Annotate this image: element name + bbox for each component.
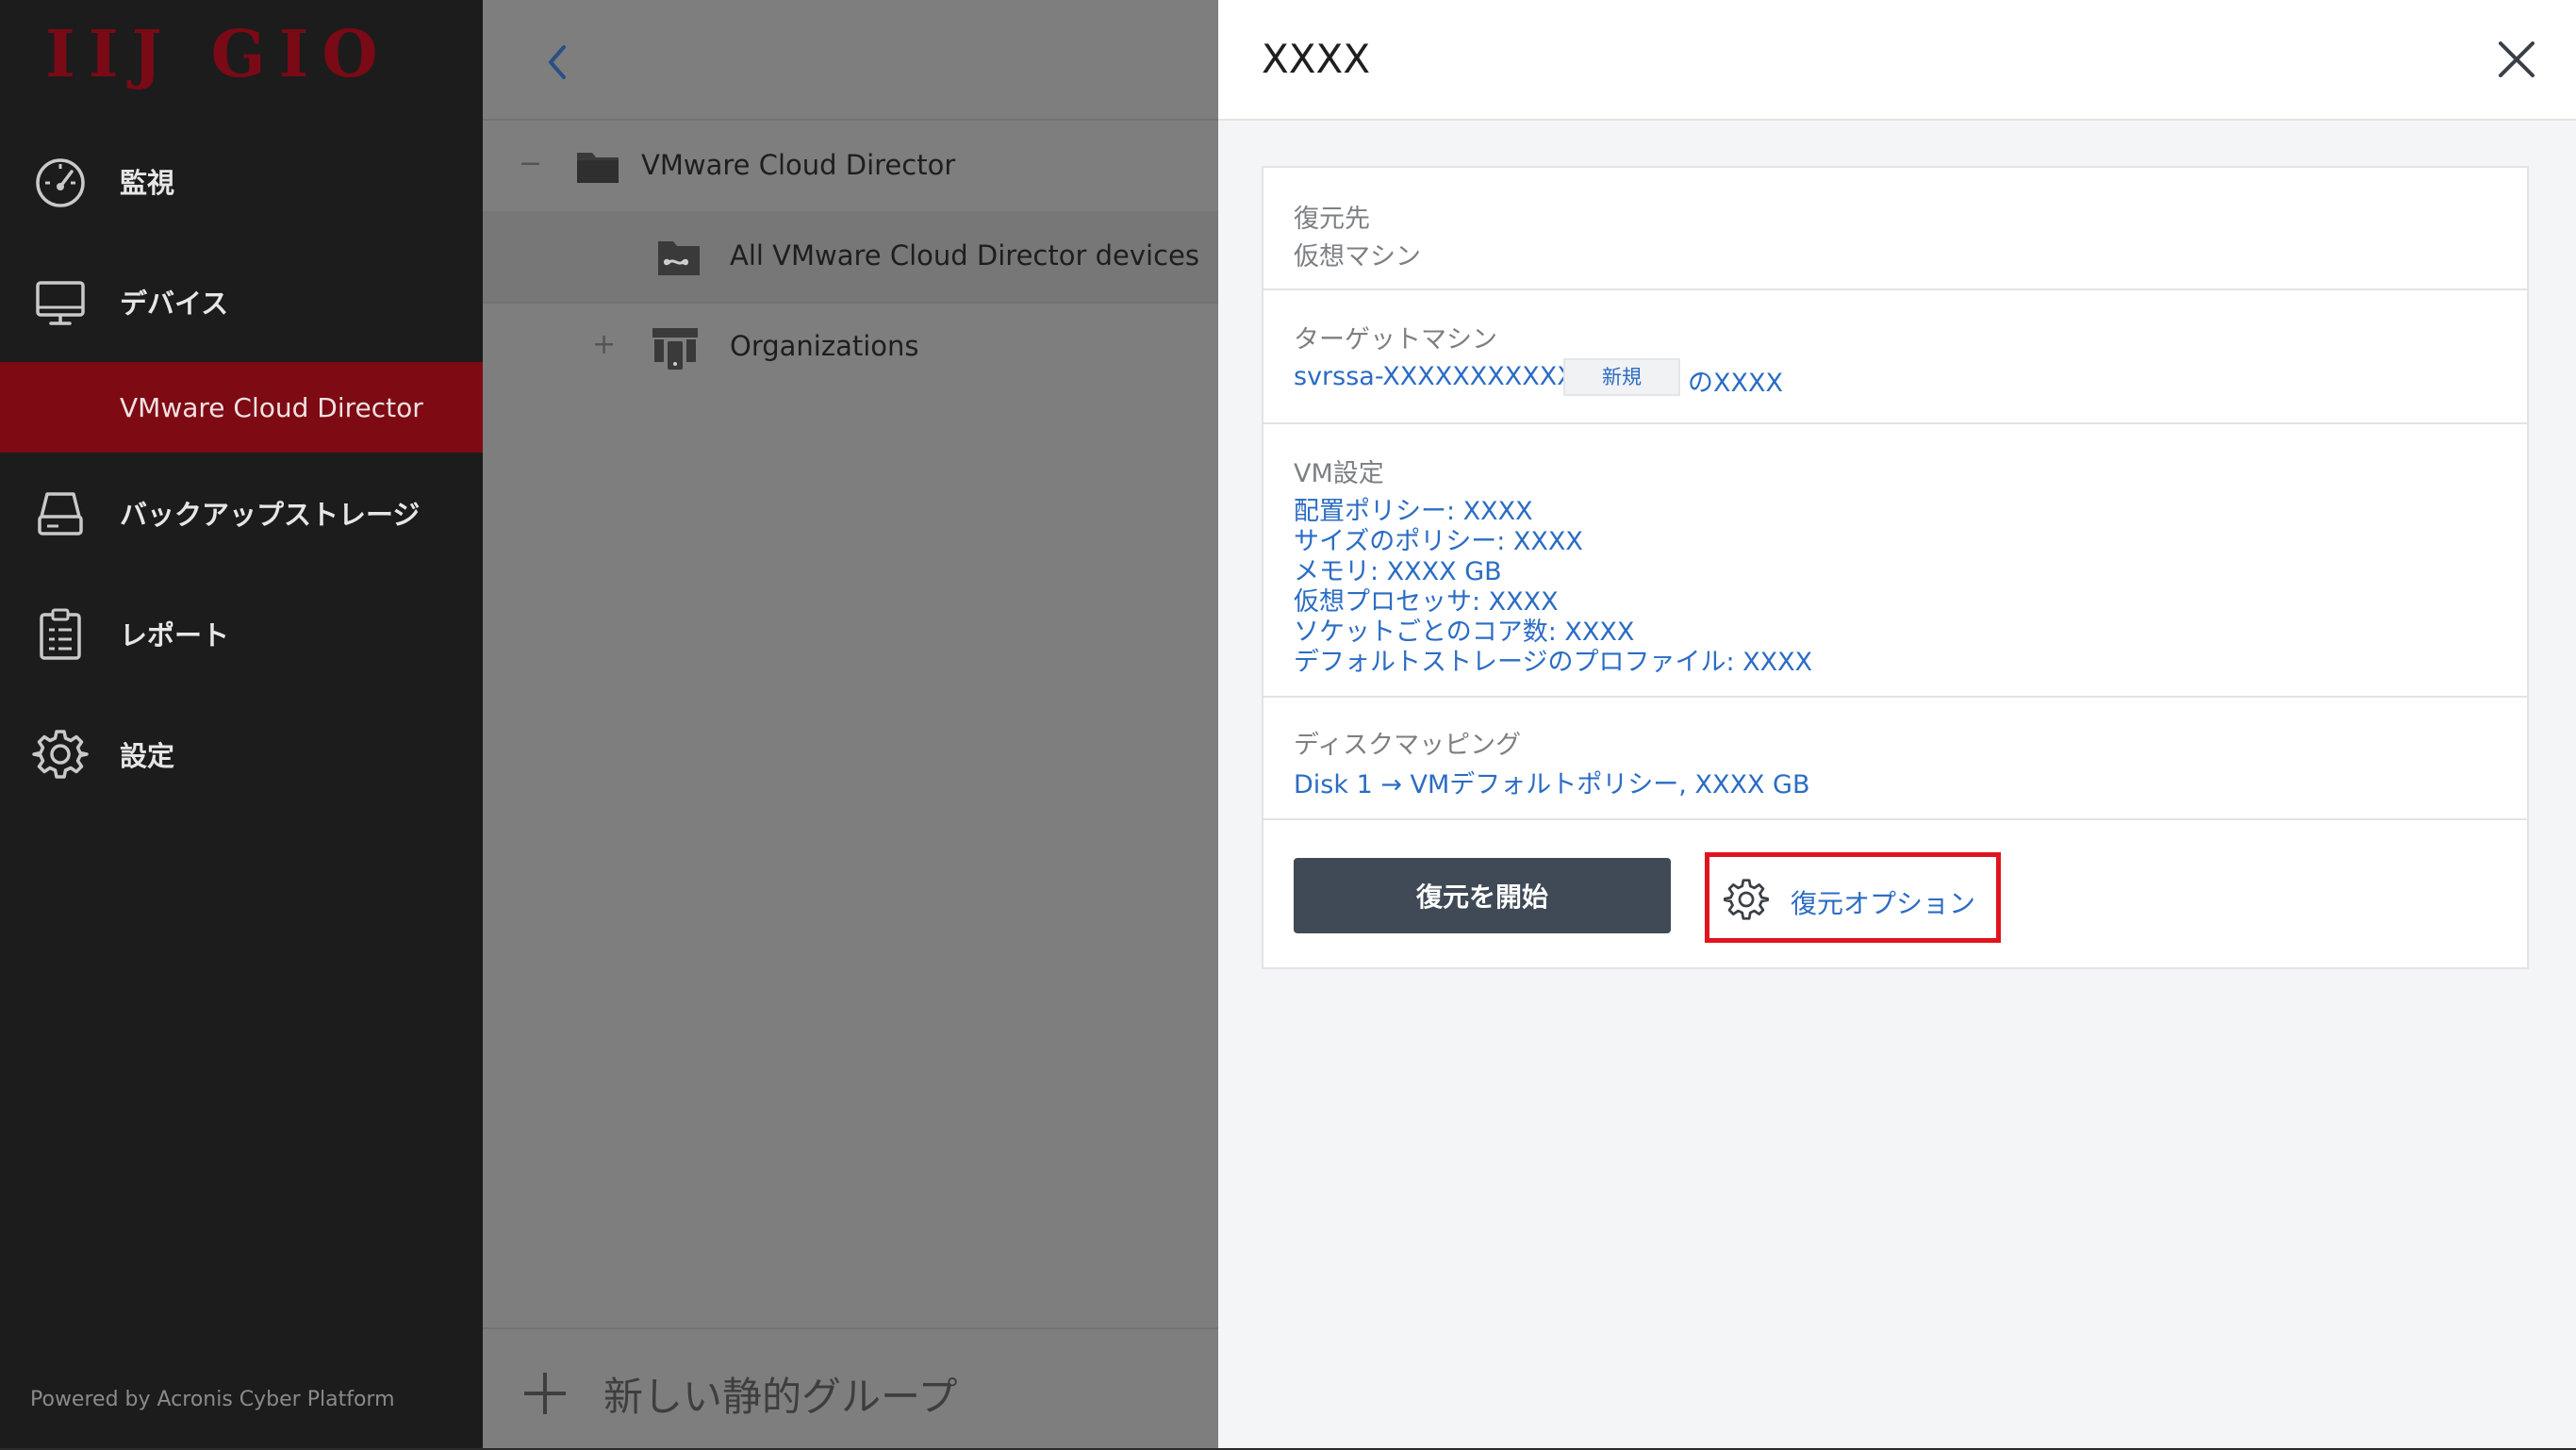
sidebar-item-label: デバイス bbox=[120, 288, 229, 320]
sidebar-item-label: VMware Cloud Director bbox=[120, 391, 423, 423]
sidebar-item-devices[interactable]: デバイス bbox=[0, 256, 483, 347]
sidebar-item-monitoring[interactable]: 監視 bbox=[0, 136, 483, 226]
target-machine-link[interactable]: svrssa-XXXXXXXXXXXX bbox=[1294, 362, 1592, 391]
target-machine-suffix[interactable]: のXXXX bbox=[1688, 362, 1783, 399]
add-group-label: 新しい静的グループ bbox=[603, 1374, 958, 1420]
tree-row-all-devices[interactable]: All VMware Cloud Director devices bbox=[483, 211, 1218, 304]
close-icon[interactable] bbox=[2493, 36, 2540, 83]
dashboard-gauge-icon bbox=[36, 158, 85, 207]
tree-item-label: VMware Cloud Director bbox=[641, 149, 956, 181]
tree-row-organizations[interactable]: + Organizations bbox=[483, 302, 1218, 392]
start-restore-button[interactable]: 復元を開始 bbox=[1294, 858, 1671, 933]
sidebar-item-reports[interactable]: レポート bbox=[0, 588, 483, 679]
clipboard-report-icon bbox=[40, 608, 81, 660]
restore-to-label: 復元先 bbox=[1294, 205, 1370, 234]
panel-title: XXXX bbox=[1262, 36, 1371, 82]
target-machine-label: ターゲットマシン bbox=[1294, 325, 1497, 354]
tree-item-label: All VMware Cloud Director devices bbox=[730, 239, 1199, 272]
restore-options-label: 復元オプション bbox=[1791, 888, 1976, 919]
restore-to-value: 仮想マシン bbox=[1294, 242, 1421, 272]
gear-icon bbox=[32, 730, 89, 779]
sidebar-item-backup-storage[interactable]: バックアップストレージ bbox=[0, 468, 483, 558]
sidebar-item-label: 監視 bbox=[120, 167, 175, 199]
disk-mapping-link[interactable]: Disk 1 → VMデフォルトポリシー, XXXX GB bbox=[1294, 764, 1810, 800]
target-machine-section: ターゲットマシン svrssa-XXXXXXXXXXXX 新規 のXXXX bbox=[1263, 290, 2527, 424]
gear-icon bbox=[1723, 879, 1770, 920]
restore-options-button[interactable]: 復元オプション bbox=[1705, 852, 2001, 943]
vm-settings-label: VM設定 bbox=[1294, 459, 1384, 488]
sidebar-item-label: 設定 bbox=[120, 740, 175, 772]
infinity-folder-icon bbox=[658, 241, 700, 275]
storage-drive-icon bbox=[38, 492, 83, 536]
disk-mapping-label: ディスクマッピング bbox=[1294, 731, 1522, 760]
sidebar-item-vmware-cloud-director[interactable]: VMware Cloud Director bbox=[0, 362, 483, 453]
folder-icon bbox=[577, 153, 619, 183]
tree-row-vmware-cloud-director[interactable]: − VMware Cloud Director bbox=[483, 121, 1218, 213]
restore-panel: XXXX 復元先 仮想マシン ターゲットマシン svrssa-XXXXXXXXX… bbox=[1218, 0, 2576, 1448]
sidebar-item-label: レポート bbox=[120, 619, 230, 651]
sidebar-item-settings[interactable]: 設定 bbox=[0, 709, 483, 799]
logo[interactable]: IIJ GIO bbox=[45, 23, 391, 87]
vm-setting-line: デフォルトストレージのプロファイル: XXXX bbox=[1294, 648, 1813, 677]
new-badge: 新規 bbox=[1563, 358, 1680, 396]
panel-header: XXXX bbox=[1218, 0, 2576, 121]
disk-mapping-section: ディスクマッピング Disk 1 → VMデフォルトポリシー, XXXX GB bbox=[1263, 698, 2527, 820]
powered-by-text: Powered by Acronis Cyber Platform bbox=[30, 1388, 395, 1411]
tree-header bbox=[483, 0, 1218, 121]
back-chevron-icon[interactable] bbox=[532, 36, 585, 89]
restore-to-section: 復元先 仮想マシン bbox=[1263, 168, 2527, 290]
restore-summary-card: 復元先 仮想マシン ターゲットマシン svrssa-XXXXXXXXXXXX 新… bbox=[1262, 166, 2529, 969]
organizations-icon bbox=[652, 328, 698, 370]
add-static-group-button[interactable]: 新しい静的グループ bbox=[483, 1327, 1218, 1450]
device-tree-panel: − VMware Cloud Director All VMware Cloud… bbox=[483, 0, 1218, 1448]
tree-item-label: Organizations bbox=[730, 330, 919, 362]
sidebar: IIJ GIO 監視 デバイス VMware Cloud Director バッ… bbox=[0, 0, 483, 1448]
monitor-icon bbox=[36, 281, 85, 325]
sidebar-item-label: バックアップストレージ bbox=[120, 499, 421, 531]
expand-toggle[interactable]: + bbox=[592, 328, 616, 361]
plus-icon bbox=[524, 1373, 566, 1414]
collapse-toggle[interactable]: − bbox=[519, 147, 542, 180]
vm-settings-section[interactable]: VM設定 配置ポリシー: XXXX サイズのポリシー: XXXX メモリ: XX… bbox=[1263, 424, 2527, 698]
